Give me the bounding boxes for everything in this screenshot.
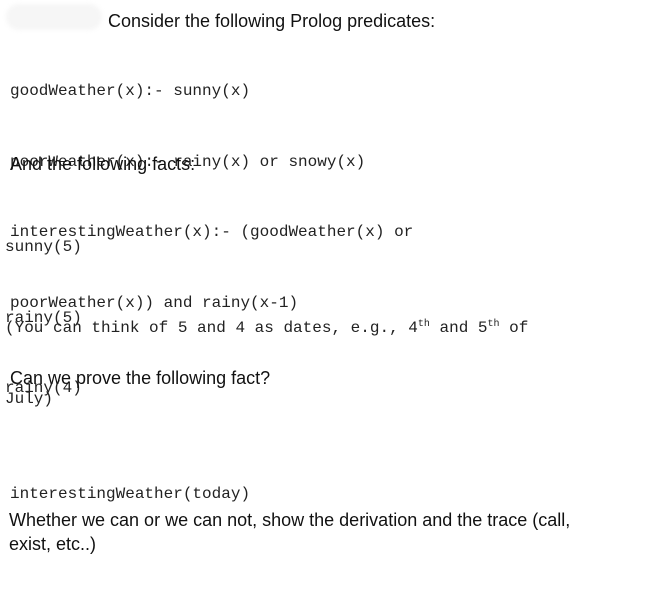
question-heading: Can we prove the following fact? <box>10 368 271 388</box>
intro-heading: Consider the following Prolog predicates… <box>108 11 436 31</box>
dates-note-text: of <box>499 319 529 337</box>
predicate-line: goodWeather(x):- sunny(x) <box>10 82 251 100</box>
facts-heading: And the following facts: <box>10 154 196 174</box>
dates-note-text: (You can think of 5 and 4 as dates, e.g.… <box>5 319 418 337</box>
dates-note-line-2: July) <box>5 389 54 408</box>
ordinal-suffix: th <box>487 319 500 330</box>
fact-line: sunny(5) <box>5 238 82 256</box>
goal-line: interestingWeather(today) <box>10 485 251 503</box>
instruction-line-2: exist, etc..) <box>9 534 97 554</box>
ordinal-suffix: th <box>417 319 430 330</box>
dates-note: (You can think of 5 and 4 as dates, e.g.… <box>5 270 528 435</box>
redaction-smudge <box>6 4 102 30</box>
dates-note-text: and 5 <box>429 319 488 337</box>
instruction-line-1: Whether we can or we can not, show the d… <box>9 510 571 530</box>
dates-note-line-1: (You can think of 5 and 4 as dates, e.g.… <box>5 317 528 341</box>
